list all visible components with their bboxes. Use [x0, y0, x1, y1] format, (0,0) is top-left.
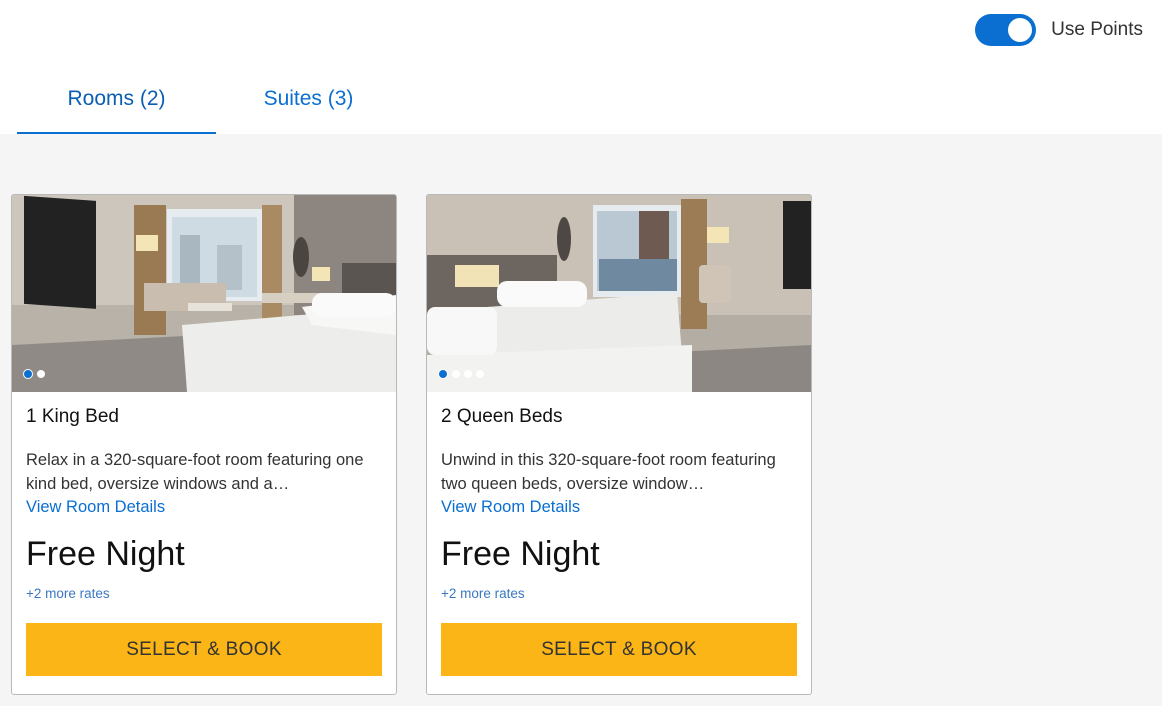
room-card: 2 Queen Beds Unwind in this 320-square-f… [426, 194, 812, 695]
view-room-details-link[interactable]: View Room Details [441, 496, 580, 518]
carousel-dot[interactable] [476, 370, 484, 378]
more-rates-link[interactable]: +2 more rates [26, 586, 110, 601]
room-card: 1 King Bed Relax in a 320-square-foot ro… [11, 194, 397, 695]
room-price: Free Night [26, 535, 185, 573]
view-room-details-link[interactable]: View Room Details [26, 496, 165, 518]
use-points-label: Use Points [1051, 19, 1143, 40]
carousel-dots [23, 369, 45, 379]
room-type-tabs: Rooms (2) Suites (3) [17, 70, 414, 134]
carousel-dots [438, 369, 484, 379]
select-and-book-button[interactable]: SELECT & BOOK [441, 623, 797, 676]
room-price: Free Night [441, 535, 600, 573]
room-description: Unwind in this 320-square-foot room feat… [441, 451, 776, 493]
select-and-book-button[interactable]: SELECT & BOOK [26, 623, 382, 676]
room-title: 2 Queen Beds [441, 406, 563, 427]
carousel-dot[interactable] [438, 369, 448, 379]
room-photo-carousel[interactable] [427, 195, 811, 392]
carousel-dot[interactable] [23, 369, 33, 379]
use-points-toggle[interactable] [975, 14, 1037, 46]
carousel-dot[interactable] [464, 370, 472, 378]
carousel-dot[interactable] [37, 370, 45, 378]
room-results: 1 King Bed Relax in a 320-square-foot ro… [0, 134, 1162, 706]
toggle-knob [1008, 18, 1033, 42]
top-bar: Use Points Rooms (2) Suites (3) [0, 0, 1162, 134]
tab-suites[interactable]: Suites (3) [203, 70, 414, 134]
room-title: 1 King Bed [26, 406, 119, 427]
room-photo [12, 195, 396, 392]
tab-rooms[interactable]: Rooms (2) [17, 70, 216, 134]
room-description: Relax in a 320-square-foot room featurin… [26, 451, 364, 493]
room-photo-carousel[interactable] [12, 195, 396, 392]
room-photo [427, 195, 811, 392]
more-rates-link[interactable]: +2 more rates [441, 586, 525, 601]
use-points-control: Use Points [975, 14, 1143, 46]
carousel-dot[interactable] [452, 370, 460, 378]
